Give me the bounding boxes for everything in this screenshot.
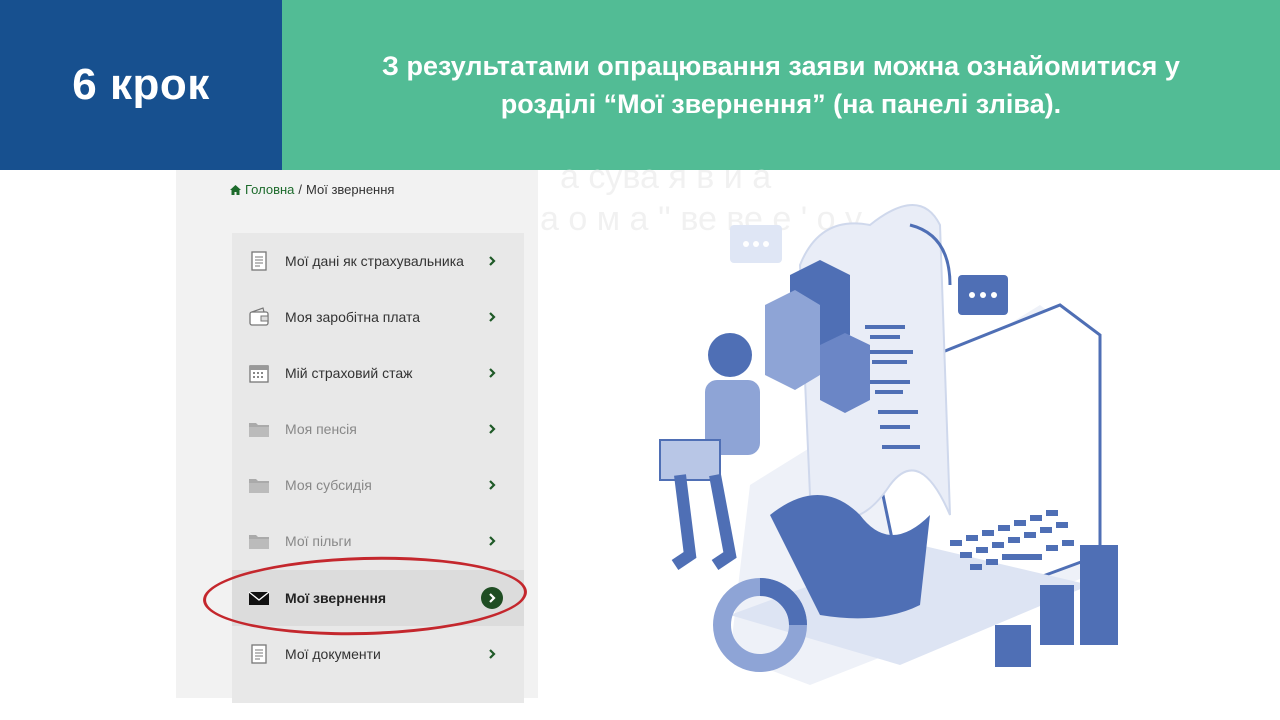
document-icon [251,644,267,664]
slide-title-line-2: розділі “Мої звернення” (на панелі зліва… [500,89,1062,119]
breadcrumb: Головна / Мої звернення [230,182,394,197]
menu-item-insurer-data[interactable]: Мої дані як страхувальника [232,233,524,289]
menu-item-subsidy[interactable]: Моя субсидія [232,457,524,513]
document-icon [251,251,267,271]
chevron-right-icon [489,256,496,266]
menu-item-label: Моя пенсія [285,421,357,437]
calendar-icon [249,365,269,383]
chevron-right-icon [489,368,496,378]
folder-icon [249,479,269,493]
menu-item-salary[interactable]: Моя заробітна плата [232,289,524,345]
chevron-right-icon [489,649,496,659]
breadcrumb-home-label: Головна [245,182,295,197]
chevron-right-icon [489,480,496,490]
menu-item-insurance-record[interactable]: Мій страховий стаж [232,345,524,401]
home-icon [230,184,241,195]
slide-title-line-1: З результатами опрацювання заяви можна о… [382,51,1180,81]
chevron-right-icon [489,536,496,546]
breadcrumb-current: Мої звернення [306,182,395,197]
folder-icon [249,535,269,549]
chevron-right-icon [489,312,496,322]
menu-item-label: Моя заробітна плата [285,309,421,325]
breadcrumb-home[interactable]: Головна [230,182,294,197]
menu-item-pension[interactable]: Моя пенсія [232,401,524,457]
person-laptop-illustration [659,204,1118,685]
menu-item-label: Моя субсидія [285,477,372,493]
step-label: 6 крок [0,0,282,170]
chevron-right-icon [489,424,496,434]
slide-title: З результатами опрацювання заяви можна о… [282,0,1280,170]
menu-item-label: Мої дані як страхувальника [285,253,464,269]
wallet-icon [249,307,269,326]
menu-item-label: Мої пільги [285,533,352,549]
breadcrumb-separator: / [298,182,303,197]
menu-item-label: Мій страховий стаж [285,365,413,381]
menu-item-label: Мої документи [285,646,381,662]
folder-icon [249,423,269,437]
